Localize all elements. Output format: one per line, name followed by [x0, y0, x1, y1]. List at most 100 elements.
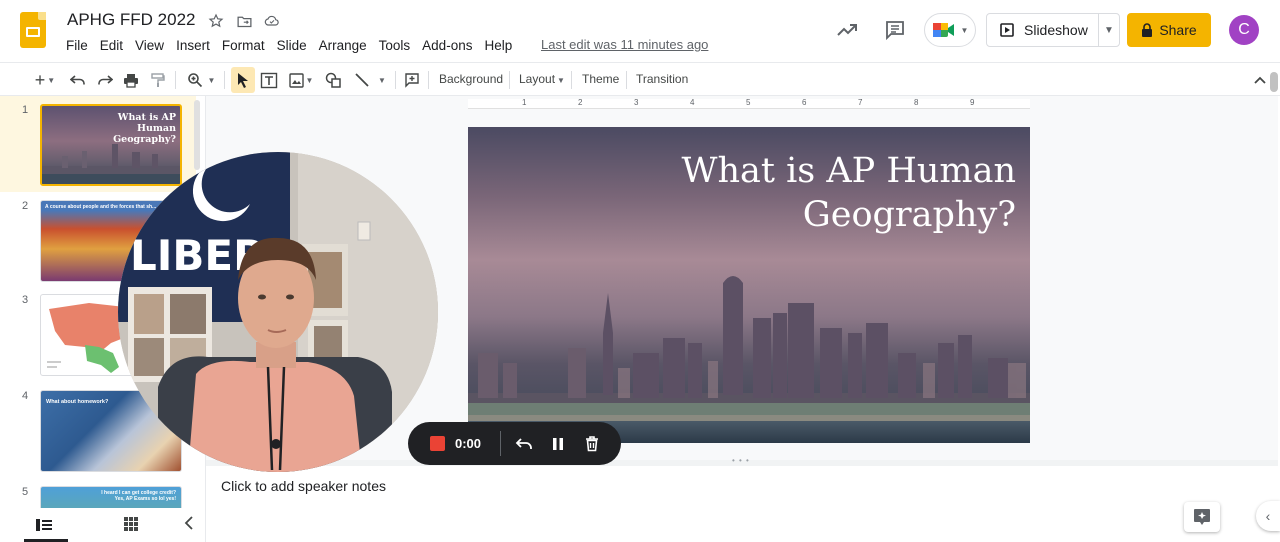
text-box-icon — [260, 72, 278, 88]
filmstrip-scrollbar[interactable] — [194, 100, 200, 170]
pause-recording-button[interactable] — [548, 434, 568, 454]
select-tool-button[interactable] — [231, 67, 255, 93]
horizontal-ruler[interactable]: 1 2 3 4 5 6 7 8 9 — [468, 98, 1030, 109]
share-label: Share — [1159, 22, 1197, 38]
line-button[interactable]: ▼ — [350, 67, 390, 93]
undo-button[interactable] — [68, 67, 88, 93]
shape-button[interactable] — [322, 67, 344, 93]
toolbar-divider — [428, 71, 429, 89]
title-icons — [206, 11, 282, 31]
menu-arrange[interactable]: Arrange — [313, 36, 373, 55]
slide-thumbnail-5[interactable]: I heard I can get college credit? Yes, A… — [40, 486, 182, 508]
ruler-label: 7 — [858, 98, 863, 107]
chevron-down-icon: ▼ — [207, 75, 216, 85]
print-icon — [124, 73, 138, 88]
trash-icon — [586, 436, 598, 452]
new-slide-button[interactable]: + ▼ — [26, 67, 64, 93]
menu-edit[interactable]: Edit — [94, 36, 129, 55]
ruler-label: 6 — [802, 98, 807, 107]
share-button[interactable]: Share — [1127, 13, 1211, 47]
recording-controls: 0:00 — [408, 422, 621, 465]
menu-view[interactable]: View — [129, 36, 170, 55]
background-button[interactable]: Background — [439, 72, 503, 86]
transition-button[interactable]: Transition — [636, 72, 688, 86]
cloud-status-icon[interactable] — [262, 11, 282, 31]
slide-thumbnail-1[interactable]: What is AP Human Geography? — [40, 104, 182, 186]
layout-button[interactable]: Layout ▼ — [519, 72, 565, 86]
last-edit-link[interactable]: Last edit was 11 minutes ago — [541, 37, 708, 52]
menu-insert[interactable]: Insert — [170, 36, 216, 55]
current-slide[interactable]: What is AP Human Geography? — [468, 127, 1030, 443]
explore-button[interactable] — [1184, 502, 1220, 532]
zoom-button[interactable]: ▼ — [183, 67, 219, 93]
undo-icon — [515, 438, 532, 449]
recorder-divider — [500, 431, 501, 456]
menu-addons[interactable]: Add-ons — [416, 36, 478, 55]
city-skyline-thumbnail — [42, 144, 180, 184]
activity-dashboard-icon[interactable] — [835, 18, 859, 42]
slides-app: APHG FFD 2022 File Edit View Insert Form… — [0, 0, 1280, 542]
ruler-label: 4 — [690, 98, 695, 107]
slideshow-button[interactable]: Slideshow — [987, 14, 1099, 46]
delete-recording-button[interactable] — [582, 434, 602, 454]
paint-format-button[interactable] — [148, 67, 168, 93]
comments-icon[interactable] — [883, 18, 907, 42]
toolbar-divider — [571, 71, 572, 89]
meet-button[interactable]: ▼ — [924, 13, 976, 47]
slideshow-label: Slideshow — [1024, 22, 1088, 38]
add-comment-icon — [405, 73, 419, 88]
chevron-left-icon: ‹ — [1265, 508, 1271, 524]
insert-image-button[interactable]: ▼ — [286, 67, 316, 93]
explore-icon — [1194, 509, 1210, 525]
menu-format[interactable]: Format — [216, 36, 271, 55]
pause-icon — [553, 438, 563, 450]
collapse-filmstrip-button[interactable] — [184, 516, 194, 535]
filmstrip-view-button[interactable] — [24, 516, 68, 542]
redo-button[interactable] — [95, 67, 115, 93]
print-button[interactable] — [121, 67, 141, 93]
layout-label: Layout — [519, 72, 556, 86]
cursor-icon — [238, 73, 248, 88]
thumbnail-title: A course about people and the forces tha… — [45, 204, 157, 210]
notes-resize-handle[interactable]: • • • — [206, 456, 1278, 466]
chevron-down-icon: ▼ — [47, 75, 56, 85]
restart-recording-button[interactable] — [514, 434, 534, 454]
recording-timer: 0:00 — [455, 436, 482, 451]
menu-slide[interactable]: Slide — [271, 36, 313, 55]
slide-number: 2 — [22, 200, 29, 212]
move-folder-icon[interactable] — [234, 11, 254, 31]
side-panel-toggle[interactable]: ‹ — [1256, 501, 1280, 531]
toolbar-divider — [626, 71, 627, 89]
drag-handle-icon: • • • — [732, 456, 750, 465]
canvas-scrollbar[interactable] — [1270, 72, 1278, 92]
menu-tools[interactable]: Tools — [373, 36, 417, 55]
chevron-down-icon: ▼ — [557, 76, 565, 85]
chevron-up-icon — [1254, 76, 1266, 84]
redo-icon — [98, 75, 113, 85]
theme-button[interactable]: Theme — [582, 72, 619, 86]
document-title[interactable]: APHG FFD 2022 — [67, 10, 196, 30]
toolbar-divider — [224, 71, 225, 89]
thumbnail-title: What about homework? — [46, 399, 109, 405]
filmstrip-footer — [0, 508, 206, 542]
menu-help[interactable]: Help — [478, 36, 518, 55]
collapse-toolbar-button[interactable] — [1250, 67, 1270, 93]
slide-title-line-2: Geography? — [802, 195, 1016, 235]
webcam-bubble[interactable]: LIBER — [118, 152, 438, 472]
menu-file[interactable]: File — [60, 36, 94, 55]
star-icon[interactable] — [206, 11, 226, 31]
lock-icon — [1142, 23, 1153, 37]
slides-logo-icon[interactable] — [20, 12, 46, 48]
text-box-button[interactable] — [258, 67, 280, 93]
ruler-label: 5 — [746, 98, 751, 107]
add-comment-button[interactable] — [402, 67, 422, 93]
image-icon — [288, 72, 304, 88]
slide-title[interactable]: What is AP Human Geography? — [656, 149, 1016, 237]
stop-recording-button[interactable] — [430, 436, 445, 451]
slideshow-dropdown[interactable]: ▼ — [1099, 25, 1119, 36]
ruler-label: 1 — [522, 98, 527, 107]
chevron-down-icon: ▼ — [378, 75, 386, 85]
account-avatar[interactable]: C — [1229, 15, 1259, 45]
grid-view-button[interactable] — [124, 517, 138, 536]
speaker-notes[interactable]: Click to add speaker notes — [221, 478, 386, 494]
